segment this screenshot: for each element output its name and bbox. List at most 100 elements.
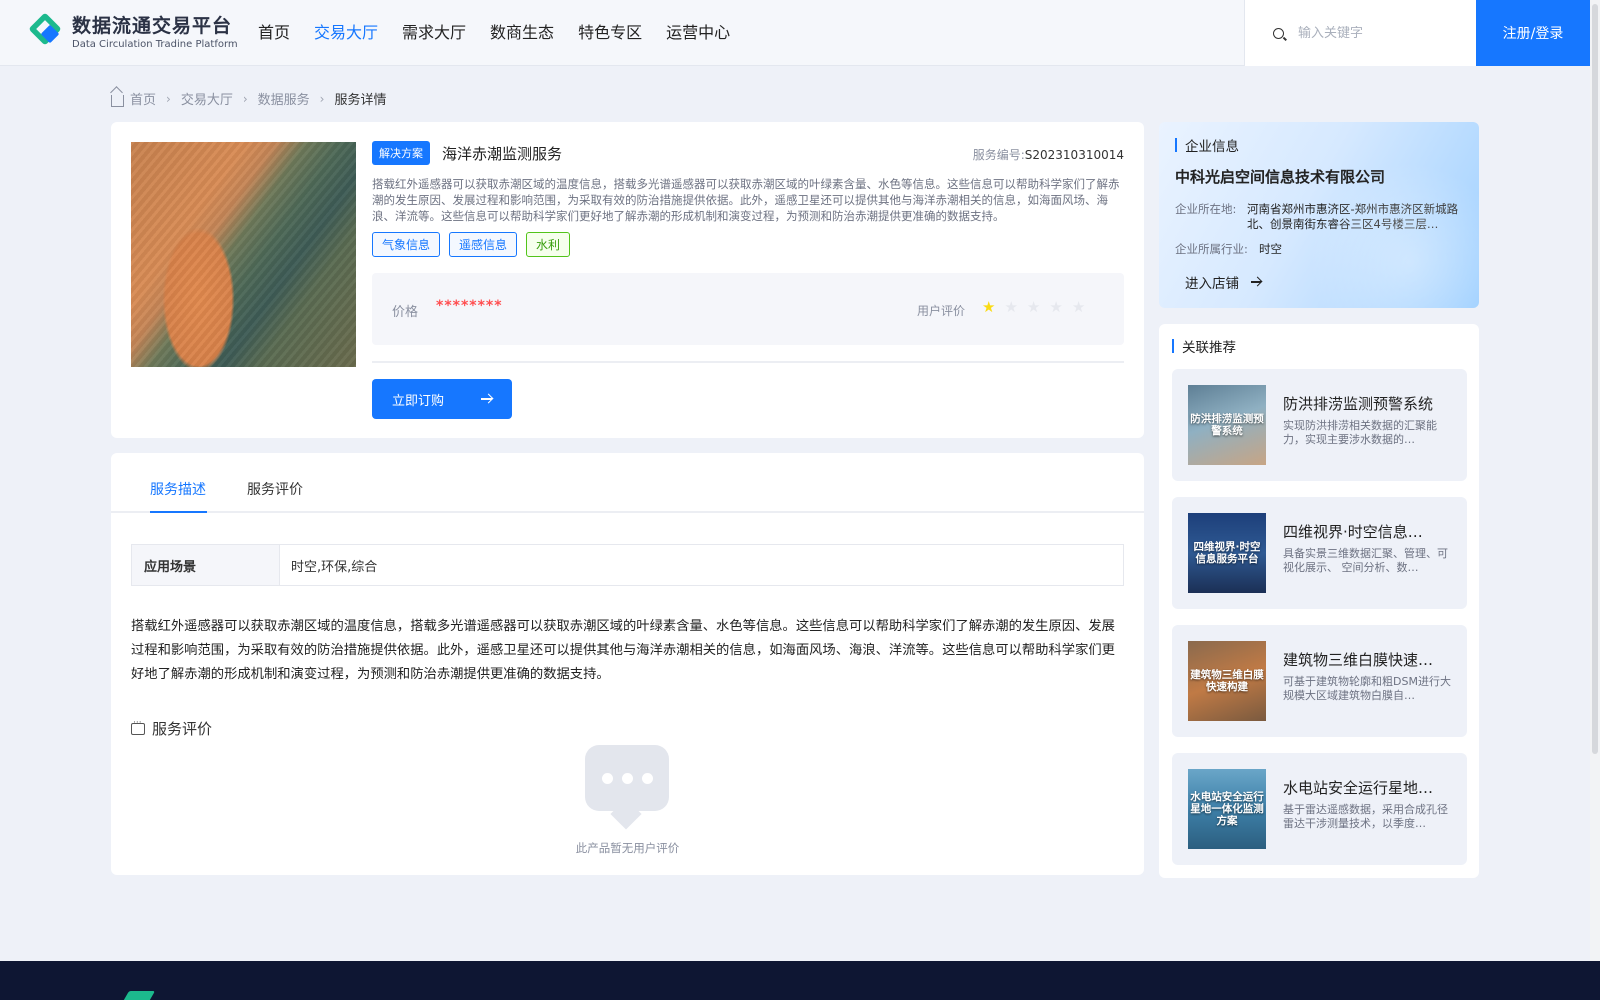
price-value: ********	[436, 298, 503, 314]
chevron-right-icon: ›	[166, 91, 171, 106]
section-accent-bar	[1175, 138, 1177, 152]
recommend-thumbnail: 水电站安全运行星地一体化监测方案	[1188, 769, 1266, 849]
rating-stars: ★ ★ ★ ★ ★	[982, 299, 1094, 315]
recommend-thumbnail: 防洪排涝监测预警系统	[1188, 385, 1266, 465]
page-scrollbar[interactable]	[1590, 0, 1600, 961]
breadcrumb: 首页 › 交易大厅 › 数据服务 › 服务详情	[111, 89, 387, 108]
tag-water: 水利	[526, 232, 571, 257]
review-section-title: 服务评价	[131, 718, 212, 739]
star-icon: ★	[982, 298, 996, 316]
breadcrumb-home[interactable]: 首页	[130, 89, 156, 108]
service-full-description: 搭载红外遥感器可以获取赤潮区域的温度信息，搭载多光谱遥感器可以获取赤潮区域的叶绿…	[131, 619, 1115, 682]
service-short-description: 搭载红外遥感器可以获取赤潮区域的温度信息，搭载多光谱遥感器可以获取赤潮区域的叶绿…	[372, 177, 1120, 223]
arrow-right-icon	[1251, 281, 1261, 283]
service-number-value: S202310310014	[1024, 148, 1124, 162]
logo-mark-icon	[28, 12, 66, 52]
company-section-title-text: 企业信息	[1185, 139, 1239, 155]
recommend-section-title: 关联推荐	[1172, 336, 1236, 356]
star-icon: ★	[1049, 298, 1063, 316]
service-detail-card: 服务描述 服务评价 应用场景 时空,环保,综合 搭载红外遥感器可以获取赤潮区域的…	[111, 453, 1144, 875]
thumbnail-text: 建筑物三维白膜快速构建	[1190, 669, 1264, 693]
detail-tabs: 服务描述 服务评价	[111, 453, 1144, 513]
register-login-button[interactable]: 注册/登录	[1476, 0, 1590, 66]
service-summary-card: 解决方案 海洋赤潮监测服务 服务编号:S202310310014 搭载红外遥感器…	[111, 122, 1144, 438]
service-cover-image	[131, 142, 356, 367]
thumbnail-text: 水电站安全运行星地一体化监测方案	[1190, 791, 1264, 827]
recommend-section-title-text: 关联推荐	[1182, 340, 1236, 356]
recommend-item-name: 水电站安全运行星地…	[1283, 779, 1434, 797]
search-box	[1244, 0, 1476, 66]
scrollbar-thumb[interactable]	[1592, 4, 1598, 754]
recommend-thumbnail: 建筑物三维白膜快速构建	[1188, 641, 1266, 721]
thumbnail-text: 四维视界·时空信息服务平台	[1193, 541, 1261, 565]
price-label: 价格	[392, 305, 419, 320]
order-now-label: 立即订购	[392, 393, 445, 409]
nav-item-operation-center[interactable]: 运营中心	[666, 22, 730, 44]
recommend-item[interactable]: 建筑物三维白膜快速构建 建筑物三维白膜快速… 可基于建筑物轮廓和粗DSM进行大规…	[1172, 625, 1467, 737]
breadcrumb-data-service[interactable]: 数据服务	[258, 89, 310, 108]
footer-logo-icon	[120, 991, 156, 1000]
recommend-item[interactable]: 四维视界·时空信息服务平台 四维视界·时空信息… 具备实景三维数据汇聚、管理、可…	[1172, 497, 1467, 609]
enter-shop-label: 进入店铺	[1185, 276, 1239, 292]
tag-remote-sensing: 遥感信息	[449, 232, 518, 257]
company-info-card: 企业信息 中科光启空间信息技术有限公司 企业所在地: 河南省郑州市惠济区-郑州市…	[1159, 122, 1479, 308]
related-recommendations-card: 关联推荐 防洪排涝监测预警系统 防洪排涝监测预警系统 实现防洪排涝相关数据的汇聚…	[1159, 324, 1479, 878]
nav-item-special-zone[interactable]: 特色专区	[578, 22, 642, 44]
price-panel: 价格 ******** 用户评价 ★ ★ ★ ★ ★	[372, 273, 1124, 345]
platform-logo[interactable]: 数据流通交易平台 Data Circulation Tradine Platfo…	[28, 12, 238, 52]
section-accent-bar	[1172, 339, 1174, 353]
thumbnail-text: 防洪排涝监测预警系统	[1190, 413, 1264, 437]
home-icon	[111, 94, 124, 107]
breadcrumb-current: 服务详情	[334, 93, 387, 108]
search-input[interactable]	[1298, 25, 1458, 41]
nav-item-home[interactable]: 首页	[258, 22, 290, 44]
tab-service-review[interactable]: 服务评价	[247, 479, 303, 499]
application-scene-table: 应用场景 时空,环保,综合	[131, 544, 1124, 586]
location-value: 河南省郑州市惠济区-郑州市惠济区新城路北、创景南街东睿谷三区4号楼三层…	[1247, 202, 1459, 231]
recommend-item-desc: 可基于建筑物轮廓和粗DSM进行大规模大区域建筑物白膜自…	[1283, 675, 1451, 702]
star-icon: ★	[1026, 298, 1041, 316]
logo-subtitle: Data Circulation Tradine Platform	[72, 39, 238, 50]
logo-text: 数据流通交易平台 Data Circulation Tradine Platfo…	[72, 15, 238, 51]
scene-label: 应用场景	[132, 545, 280, 585]
recommend-item-desc: 实现防洪排涝相关数据的汇聚能力，实现主要涉水数据的…	[1283, 419, 1437, 446]
main-nav: 首页 交易大厅 需求大厅 数商生态 特色专区 运营中心	[258, 22, 754, 44]
logo-title: 数据流通交易平台	[72, 15, 233, 37]
industry-label: 企业所属行业:	[1175, 242, 1248, 256]
empty-review-text: 此产品暂无用户评价	[575, 841, 680, 855]
divider	[372, 361, 1124, 363]
recommend-item[interactable]: 防洪排涝监测预警系统 防洪排涝监测预警系统 实现防洪排涝相关数据的汇聚能力，实现…	[1172, 369, 1467, 481]
scene-value: 时空,环保,综合	[291, 559, 378, 575]
breadcrumb-trading-hall[interactable]: 交易大厅	[181, 89, 233, 108]
star-icon: ★	[1071, 298, 1086, 316]
location-label: 企业所在地:	[1175, 202, 1237, 216]
recommend-item-name: 四维视界·时空信息…	[1283, 523, 1423, 541]
service-number-label: 服务编号:	[972, 148, 1025, 162]
top-header: 数据流通交易平台 Data Circulation Tradine Platfo…	[0, 0, 1590, 66]
recommend-item[interactable]: 水电站安全运行星地一体化监测方案 水电站安全运行星地… 基于雷达遥感数据，采用合…	[1172, 753, 1467, 865]
nav-item-trading-hall[interactable]: 交易大厅	[314, 22, 378, 44]
comment-icon	[131, 718, 145, 735]
chevron-right-icon: ›	[242, 91, 248, 106]
service-tags: 气象信息 遥感信息 水利	[372, 232, 579, 257]
review-title-text: 服务评价	[152, 720, 213, 738]
search-icon[interactable]	[1273, 27, 1284, 39]
tag-meteorology: 气象信息	[372, 232, 441, 257]
nav-item-demand-hall[interactable]: 需求大厅	[402, 22, 466, 44]
company-location-row: 企业所在地: 河南省郑州市惠济区-郑州市惠济区新城路北、创景南街东睿谷三区4号楼…	[1175, 202, 1462, 232]
recommend-item-name: 建筑物三维白膜快速…	[1283, 651, 1434, 669]
recommend-thumbnail: 四维视界·时空信息服务平台	[1188, 513, 1266, 593]
order-now-button[interactable]: 立即订购	[372, 379, 512, 419]
chevron-right-icon: ›	[319, 91, 325, 106]
active-tab-indicator	[150, 511, 207, 513]
star-icon: ★	[1004, 298, 1018, 316]
service-type-badge: 解决方案	[372, 141, 430, 165]
enter-shop-link[interactable]: 进入店铺	[1185, 272, 1261, 292]
recommend-item-name: 防洪排涝监测预警系统	[1283, 395, 1434, 413]
nav-item-ecosystem[interactable]: 数商生态	[490, 22, 554, 44]
service-title: 海洋赤潮监测服务	[442, 145, 563, 163]
rating-label: 用户评价	[917, 304, 966, 318]
tab-service-description[interactable]: 服务描述	[150, 479, 206, 499]
arrow-right-icon	[481, 398, 492, 400]
industry-value: 时空	[1259, 242, 1282, 256]
